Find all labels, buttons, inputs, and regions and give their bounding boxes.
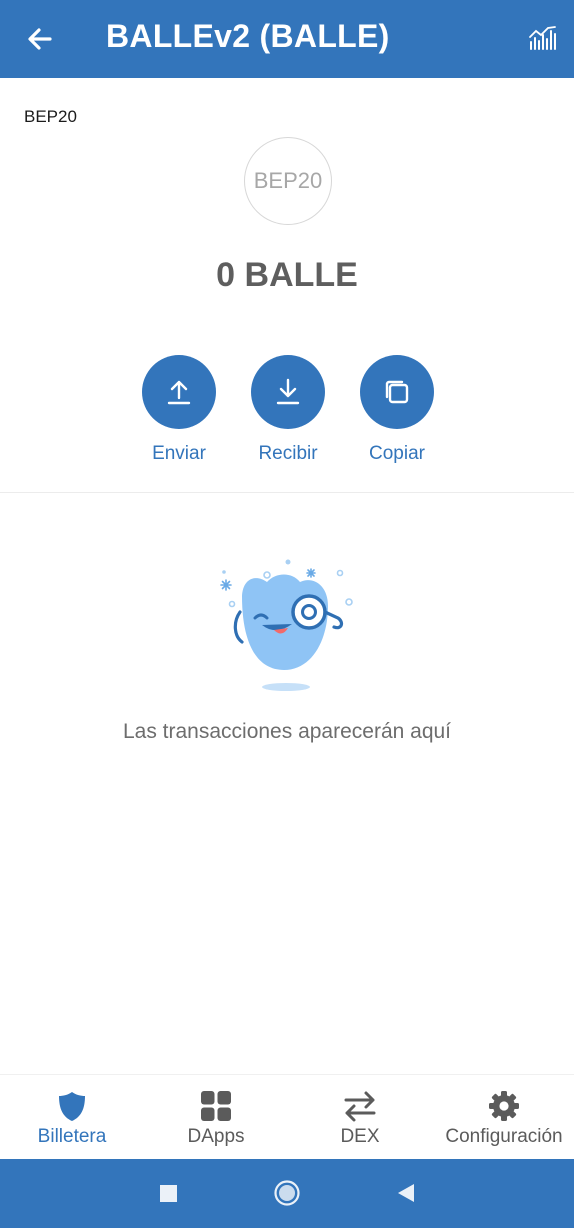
nav-label-wallet[interactable]: Billetera	[22, 1126, 122, 1148]
send-circle[interactable]	[142, 355, 216, 429]
nav-label-dapps[interactable]: DApps	[166, 1126, 266, 1148]
system-navigation-bar	[0, 1159, 574, 1228]
receive-button[interactable]: Recibir	[233, 355, 343, 465]
copy-icon	[385, 380, 409, 404]
empty-transactions-illustration	[220, 559, 353, 691]
home-circle-icon	[274, 1180, 300, 1206]
download-arrow-icon	[276, 378, 300, 405]
network-label: BEP20	[24, 107, 77, 126]
copy-button[interactable]: Copiar	[342, 355, 452, 465]
token-logo-text: BEP20	[253, 168, 323, 193]
back-button[interactable]	[20, 19, 60, 59]
recents-button[interactable]	[155, 1179, 183, 1207]
send-button[interactable]: Enviar	[124, 355, 234, 465]
nav-label-settings[interactable]: Configuración	[434, 1126, 574, 1148]
nav-item-dapps[interactable]: DApps	[166, 1075, 266, 1160]
empty-transactions-message: Las transacciones aparecerán aquí	[122, 720, 452, 743]
copy-label[interactable]: Copiar	[342, 443, 452, 465]
arrow-left-icon	[28, 28, 52, 50]
bottom-navigation: Billetera DApps DEX Configuración	[0, 1074, 574, 1159]
section-divider	[0, 492, 574, 493]
shield-icon	[59, 1092, 85, 1121]
home-button[interactable]	[273, 1179, 301, 1207]
gear-icon	[489, 1091, 519, 1121]
chart-bars-icon	[529, 26, 556, 50]
nav-item-wallet[interactable]: Billetera	[22, 1075, 122, 1160]
grid-icon	[201, 1091, 231, 1121]
price-chart-button[interactable]	[526, 22, 558, 54]
swap-arrows-icon	[344, 1091, 376, 1122]
token-balance: 0 BALLE	[216, 256, 358, 294]
receive-label[interactable]: Recibir	[233, 443, 343, 465]
back-triangle-icon	[398, 1184, 414, 1202]
copy-circle[interactable]	[360, 355, 434, 429]
page-title: BALLEv2 (BALLE)	[106, 18, 390, 54]
send-label[interactable]: Enviar	[124, 443, 234, 465]
receive-circle[interactable]	[251, 355, 325, 429]
app-bar: BALLEv2 (BALLE)	[0, 0, 574, 78]
upload-arrow-icon	[167, 380, 191, 405]
system-back-button[interactable]	[392, 1179, 420, 1207]
token-logo: BEP20	[244, 137, 332, 225]
nav-item-settings[interactable]: Configuración	[434, 1075, 574, 1160]
nav-label-dex[interactable]: DEX	[310, 1126, 410, 1148]
recents-square-icon	[160, 1185, 177, 1202]
nav-item-dex[interactable]: DEX	[310, 1075, 410, 1160]
